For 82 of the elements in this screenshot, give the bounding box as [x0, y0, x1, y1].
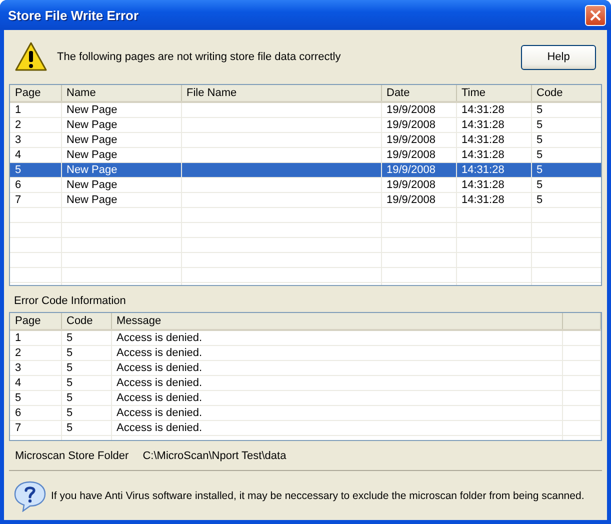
table-cell: 3 — [15, 362, 22, 374]
table-cell: 5 — [66, 346, 73, 358]
table-cell: 19/9/2008 — [386, 148, 436, 160]
table-cell: 6 — [15, 406, 22, 418]
table-cell: 5 — [536, 178, 543, 190]
table-cell: 19/9/2008 — [386, 104, 436, 116]
table-cell: 5 — [536, 164, 543, 176]
table-cell: Access is denied. — [116, 422, 202, 434]
table-cell: 14:31:28 — [462, 148, 504, 160]
table-cell: 14:31:28 — [462, 118, 504, 130]
column-header[interactable]: Page — [10, 85, 61, 102]
table-cell: 3 — [15, 134, 22, 146]
column-header[interactable]: Message — [111, 313, 562, 330]
table-cell: New Page — [66, 194, 118, 206]
table-cell: Access is denied. — [116, 376, 202, 388]
table-cell: 19/9/2008 — [386, 134, 436, 146]
table-cell: Access is denied. — [116, 346, 202, 358]
table-cell: 5 — [536, 134, 543, 146]
table-cell: 19/9/2008 — [386, 178, 436, 190]
table-cell: 7 — [15, 422, 22, 434]
section-label: Error Code Information — [14, 295, 126, 307]
table-cell: Access is denied. — [116, 362, 202, 374]
column-header[interactable]: Page — [10, 313, 61, 330]
table-cell: 14:31:28 — [462, 194, 504, 206]
table-cell: Access is denied. — [116, 392, 202, 404]
warning-icon — [14, 41, 48, 73]
question-icon — [13, 480, 47, 512]
table-cell: 14:31:28 — [462, 178, 504, 190]
table-row[interactable]: 6 New Page 19/9/2008 14:31:28 5 — [10, 178, 601, 192]
table-cell: 2 — [15, 118, 22, 130]
table-cell: 1 — [15, 332, 22, 344]
window-title: Store File Write Error — [8, 8, 139, 22]
table-cell: 5 — [66, 406, 73, 418]
table-cell: New Page — [66, 118, 118, 130]
table-cell: 5 — [15, 392, 22, 404]
close-icon — [590, 10, 601, 20]
help-button[interactable]: Help — [521, 44, 596, 70]
folder-path: C:\MicroScan\Nport Test\data — [142, 450, 286, 462]
column-header[interactable]: File Name — [181, 85, 381, 102]
table-cell: 19/9/2008 — [386, 194, 436, 206]
table-cell: 5 — [536, 118, 543, 130]
column-header[interactable]: Time — [456, 85, 531, 102]
table-cell: 4 — [15, 148, 22, 160]
table-row[interactable]: 5 New Page 19/9/2008 14:31:28 5 — [10, 162, 601, 178]
table-cell: New Page — [66, 134, 118, 146]
table-cell: 5 — [66, 392, 73, 404]
table-cell: 5 — [66, 376, 73, 388]
table-cell: 2 — [15, 346, 22, 358]
table-row[interactable]: 7 New Page 19/9/2008 14:31:28 5 — [10, 192, 601, 208]
table-cell: New Page — [66, 164, 118, 176]
table-row[interactable]: 1 New Page 19/9/2008 14:31:28 5 — [10, 102, 601, 118]
table-cell: 5 — [66, 422, 73, 434]
table-cell: Access is denied. — [116, 332, 202, 344]
table-cell: 5 — [66, 332, 73, 344]
table-cell: 4 — [15, 376, 22, 388]
info-text: If you have Anti Virus software installed, it may be neccessary to exclude the microscan folder from being scanned. — [51, 490, 584, 502]
table-cell: 1 — [15, 104, 22, 116]
column-header[interactable]: Code — [61, 313, 111, 330]
message-text: The following pages are not writing store file data correctly — [57, 51, 342, 63]
table-cell: New Page — [66, 148, 118, 160]
table-row[interactable]: 2 New Page 19/9/2008 14:31:28 5 — [10, 118, 601, 132]
table-cell: 5 — [536, 194, 543, 206]
folder-label: Microscan Store Folder — [15, 450, 129, 462]
table-cell: New Page — [66, 178, 118, 190]
column-header[interactable]: Name — [61, 85, 181, 102]
table-cell: Access is denied. — [116, 406, 202, 418]
close-button[interactable] — [585, 4, 606, 26]
table-cell: 6 — [15, 178, 22, 190]
table-cell: 19/9/2008 — [386, 164, 436, 176]
column-header[interactable]: Code — [531, 85, 601, 102]
table-cell: 5 — [536, 104, 543, 116]
table-cell: 14:31:28 — [462, 104, 504, 116]
table-cell: 5 — [66, 362, 73, 374]
table-cell: 14:31:28 — [462, 134, 504, 146]
table-cell: 7 — [15, 194, 22, 206]
table-cell: New Page — [66, 104, 118, 116]
table-row[interactable]: 3 New Page 19/9/2008 14:31:28 5 — [10, 132, 601, 148]
table-cell: 14:31:28 — [462, 164, 504, 176]
table-cell: 5 — [536, 148, 543, 160]
table-cell: 5 — [15, 164, 22, 176]
table-cell: 19/9/2008 — [386, 118, 436, 130]
column-header[interactable]: Date — [381, 85, 456, 102]
